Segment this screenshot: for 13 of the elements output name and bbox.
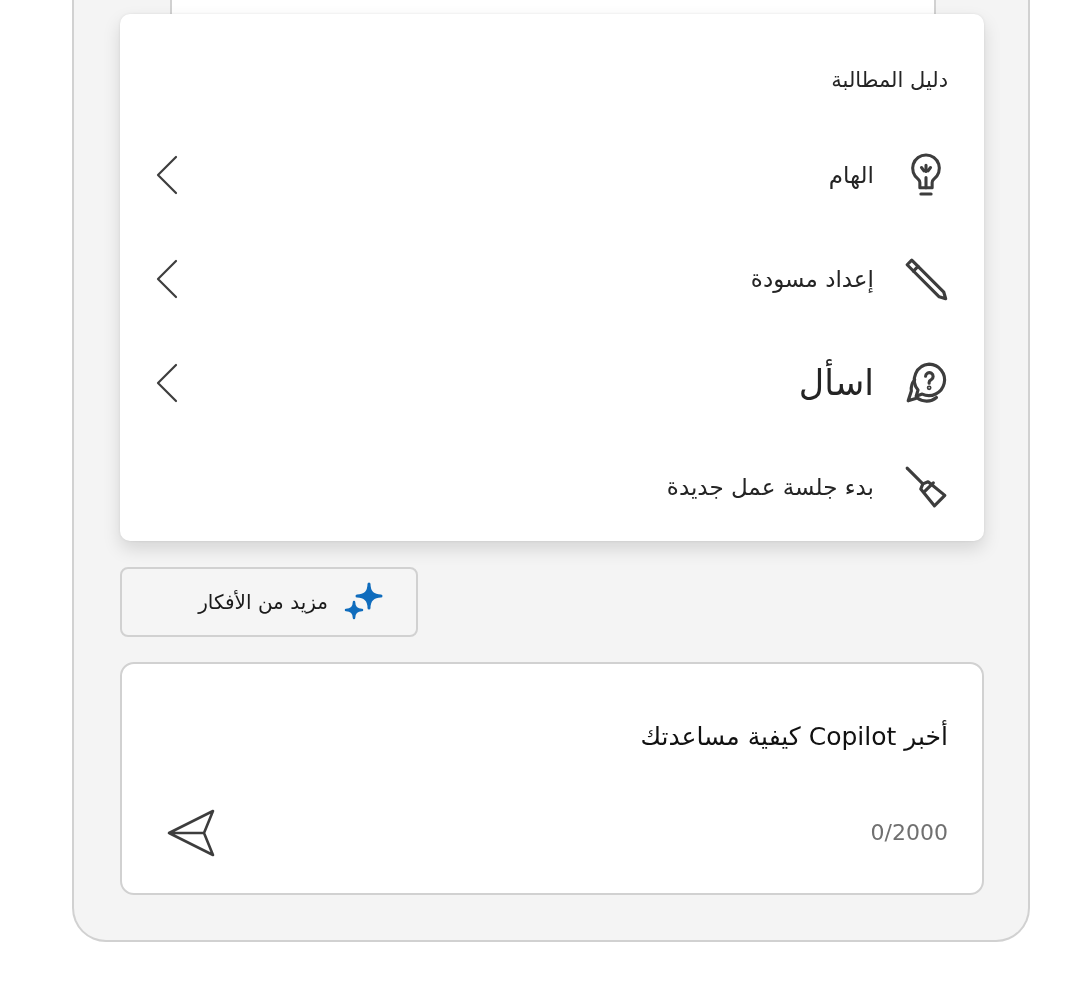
menu-title: دليل المطالبة [831, 67, 948, 94]
more-ideas-button[interactable]: مزيد من الأفكار [120, 567, 418, 637]
menu-item[interactable]: إعداد مسودة [155, 227, 948, 331]
message-input[interactable]: أخبر Copilot كيفية مساعدتك [166, 717, 948, 759]
send-icon[interactable] [166, 808, 216, 858]
menu-item[interactable]: بدء جلسة عمل جديدة [155, 435, 948, 539]
broom-icon [904, 465, 948, 509]
character-counter: 0/2000 [870, 819, 948, 847]
question-chat-icon [904, 361, 948, 405]
menu-item[interactable]: اسأل [155, 331, 948, 435]
pencil-icon [904, 257, 948, 301]
sparkle-icon [344, 582, 384, 622]
menu-item[interactable]: الهام [155, 123, 948, 227]
